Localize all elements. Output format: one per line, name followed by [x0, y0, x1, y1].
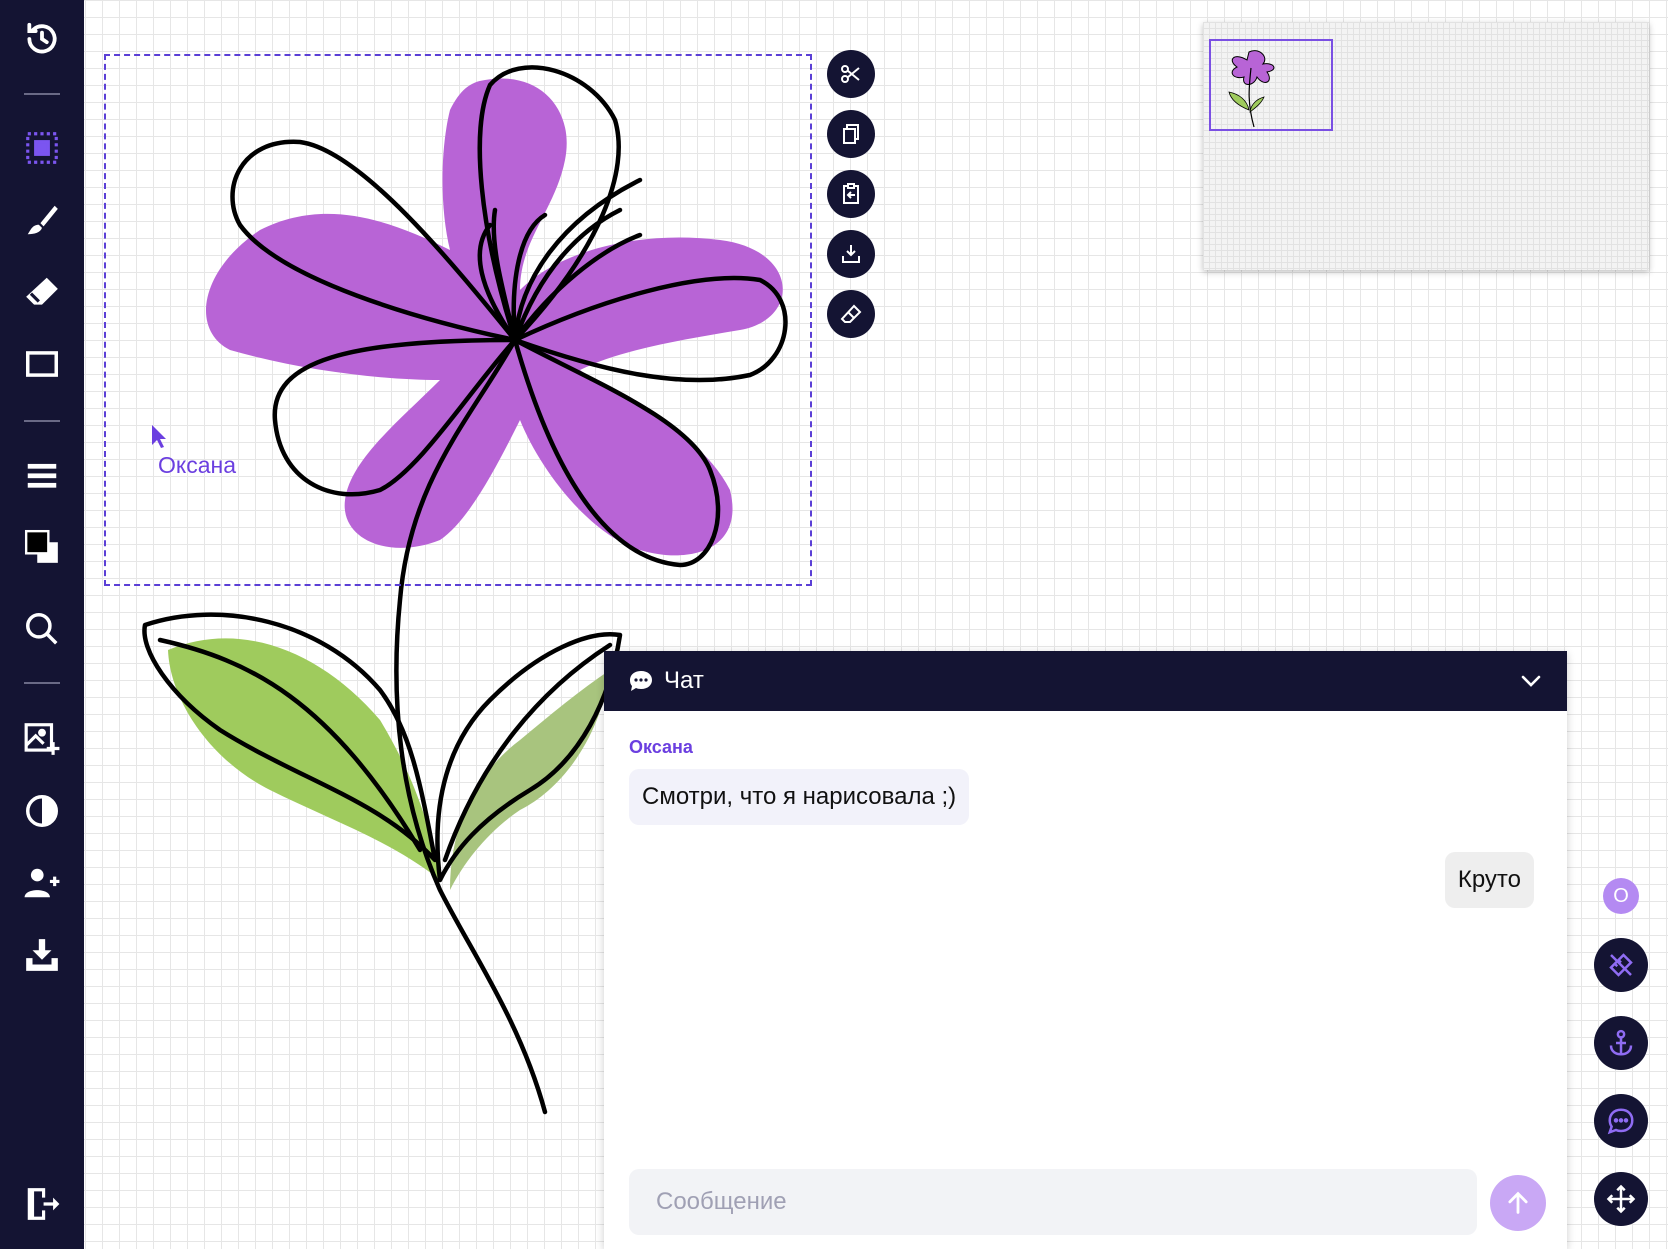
erase-selection-icon[interactable]: [827, 290, 875, 338]
chevron-down-icon[interactable]: [1519, 669, 1543, 693]
message-bubble-outgoing: Круто: [1444, 852, 1534, 908]
scissors-icon[interactable]: [827, 50, 875, 98]
remote-cursor-label: Оксана: [158, 452, 236, 478]
arrow-up-icon: [1508, 1191, 1528, 1214]
move-icon[interactable]: [1594, 1172, 1648, 1226]
avatar[interactable]: О: [1603, 878, 1639, 914]
save-selection-icon[interactable]: [827, 230, 875, 278]
minimap-viewport[interactable]: [1209, 39, 1333, 131]
chat-icon[interactable]: [1594, 1094, 1648, 1148]
chat-header[interactable]: Чат: [604, 651, 1567, 711]
ruler-pencil-icon[interactable]: [1594, 938, 1648, 992]
remote-cursor-icon: [152, 425, 166, 448]
paste-icon[interactable]: [827, 170, 875, 218]
message-input[interactable]: [629, 1169, 1477, 1235]
message-bubble-incoming: Смотри, что я нарисовала ;): [629, 769, 970, 825]
minimap[interactable]: [1203, 22, 1649, 270]
chat-panel: Чат Оксана Смотри, что я нарисовала ;) К…: [604, 651, 1567, 1249]
anchor-icon[interactable]: [1594, 1016, 1648, 1070]
chat-bubble-icon: [630, 671, 652, 691]
message-sender: Оксана: [629, 737, 693, 757]
send-button[interactable]: [1490, 1175, 1546, 1231]
selection-frame[interactable]: [104, 54, 812, 586]
chat-title: Чат: [664, 667, 704, 694]
copy-icon[interactable]: [827, 110, 875, 158]
